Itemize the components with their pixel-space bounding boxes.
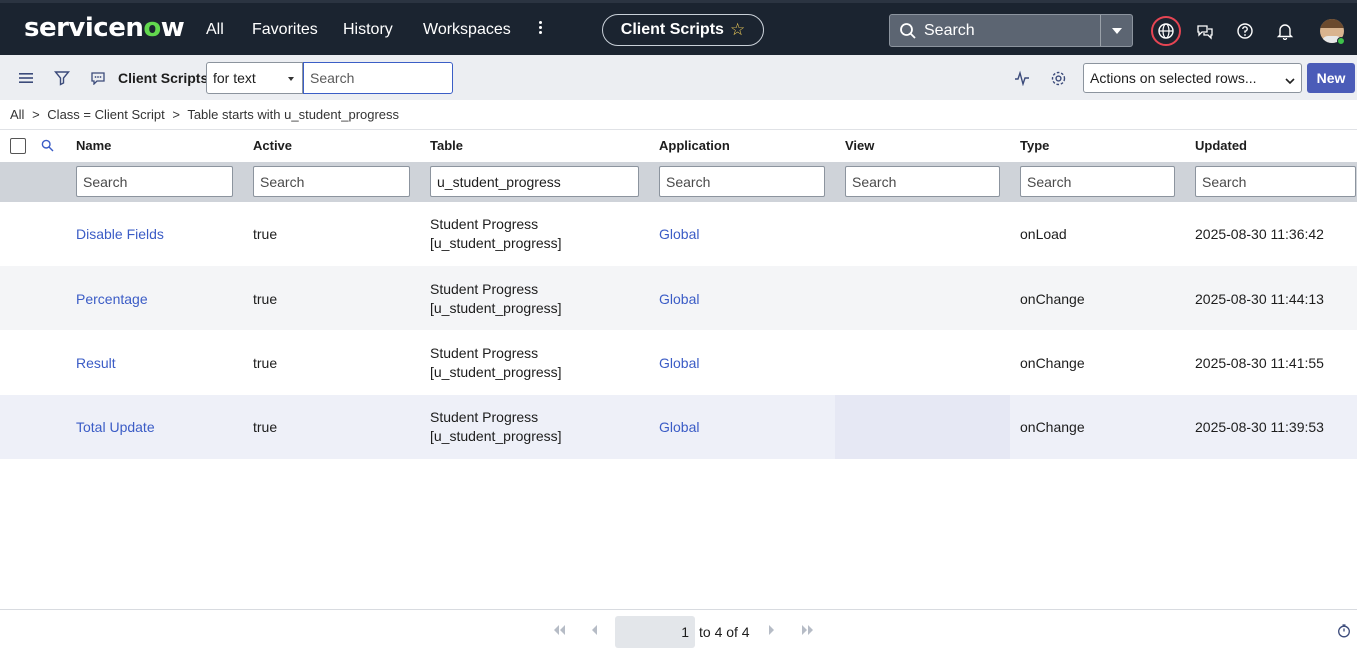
application-link[interactable]: Global <box>659 355 699 371</box>
active-value: true <box>253 355 278 371</box>
servicenow-logo[interactable]: servicenow <box>24 13 185 43</box>
table-value: Student Progress [u_student_progress] <box>430 409 562 444</box>
actions-select[interactable]: Actions on selected rows... <box>1083 63 1302 93</box>
column-header-table[interactable]: Table <box>430 138 463 153</box>
nav-all[interactable]: All <box>206 21 224 39</box>
last-page-icon[interactable] <box>801 624 815 638</box>
breadcrumb-class-condition[interactable]: Class = Client Script <box>47 107 164 122</box>
caret-down-icon <box>288 77 294 81</box>
hamburger-menu-icon[interactable] <box>17 69 35 87</box>
next-page-icon[interactable] <box>768 624 775 638</box>
filter-funnel-icon[interactable] <box>53 69 71 87</box>
table-search-input[interactable]: u_student_progress <box>430 166 639 197</box>
script-name-link[interactable]: Disable Fields <box>76 226 164 242</box>
notifications-bell-icon[interactable] <box>1271 17 1299 45</box>
breadcrumb-separator: > <box>32 107 40 122</box>
view-cell[interactable] <box>835 330 1010 394</box>
table-value: Student Progress [u_student_progress] <box>430 345 562 380</box>
view-cell[interactable] <box>835 202 1010 266</box>
column-header-view[interactable]: View <box>845 138 874 153</box>
active-value: true <box>253 419 278 435</box>
pagination-summary: to 4 of 4 <box>699 624 750 640</box>
search-type-select[interactable]: for text <box>206 62 303 94</box>
actions-label: Actions on selected rows... <box>1090 70 1257 86</box>
type-value: onLoad <box>1020 226 1067 242</box>
search-type-value: for text <box>213 70 256 86</box>
updated-search-input[interactable]: Search <box>1195 166 1356 197</box>
list-search-input[interactable]: Search <box>303 62 453 94</box>
nav-history[interactable]: History <box>343 21 393 39</box>
active-value: true <box>253 226 278 242</box>
application-link[interactable]: Global <box>659 419 699 435</box>
script-name-link[interactable]: Percentage <box>76 291 148 307</box>
global-search[interactable]: Search <box>889 14 1133 47</box>
table-row[interactable]: Disable Fields true Student Progress [u_s… <box>0 202 1357 266</box>
activity-pulse-icon[interactable] <box>1013 69 1031 87</box>
response-time-icon[interactable] <box>1337 624 1351 643</box>
nav-workspaces[interactable]: Workspaces <box>423 21 511 39</box>
script-name-link[interactable]: Total Update <box>76 419 155 435</box>
table-value: Student Progress [u_student_progress] <box>430 216 562 251</box>
context-pill[interactable]: Client Scripts ☆ <box>602 14 764 46</box>
active-search-input[interactable]: Search <box>253 166 410 197</box>
type-value: onChange <box>1020 419 1085 435</box>
divider <box>0 609 1357 610</box>
application-link[interactable]: Global <box>659 291 699 307</box>
search-icon <box>899 22 917 45</box>
column-header-updated[interactable]: Updated <box>1195 138 1247 153</box>
globe-icon[interactable] <box>1151 16 1181 46</box>
breadcrumb-separator: > <box>172 107 180 122</box>
list-title: Client Scripts <box>118 70 209 86</box>
name-search-input[interactable]: Search <box>76 166 233 197</box>
type-search-input[interactable]: Search <box>1020 166 1175 197</box>
updated-value: 2025-08-30 11:39:53 <box>1195 419 1324 435</box>
table-row[interactable]: Percentage true Student Progress [u_stude… <box>0 266 1357 330</box>
first-page-icon[interactable] <box>552 624 566 638</box>
type-value: onChange <box>1020 355 1085 371</box>
search-scope-dropdown-icon[interactable] <box>1100 15 1132 46</box>
updated-value: 2025-08-30 11:36:42 <box>1195 226 1324 242</box>
page-number-input[interactable]: 1 <box>615 616 695 648</box>
presence-status-dot <box>1337 37 1345 45</box>
active-value: true <box>253 291 278 307</box>
chat-icon[interactable] <box>1191 17 1219 45</box>
list-context-menu-icon[interactable] <box>89 69 107 87</box>
context-title: Client Scripts <box>620 21 724 38</box>
favorite-star-icon[interactable]: ☆ <box>730 20 745 40</box>
column-header-active[interactable]: Active <box>253 138 292 153</box>
new-button[interactable]: New <box>1307 63 1355 93</box>
updated-value: 2025-08-30 11:44:13 <box>1195 291 1324 307</box>
breadcrumb-all[interactable]: All <box>10 107 24 122</box>
divider <box>0 129 1357 130</box>
settings-gear-icon[interactable] <box>1049 69 1067 87</box>
breadcrumb-table-condition[interactable]: Table starts with u_student_progress <box>187 107 399 122</box>
previous-page-icon[interactable] <box>591 624 598 638</box>
view-cell[interactable] <box>835 395 1010 459</box>
breadcrumb: All > Class = Client Script > Table star… <box>10 107 403 122</box>
column-header-type[interactable]: Type <box>1020 138 1049 153</box>
column-header-application[interactable]: Application <box>659 138 730 153</box>
script-name-link[interactable]: Result <box>76 355 116 371</box>
global-search-placeholder: Search <box>924 22 975 39</box>
updated-value: 2025-08-30 11:41:55 <box>1195 355 1324 371</box>
table-row[interactable]: Result true Student Progress [u_student_p… <box>0 330 1357 394</box>
table-value: Student Progress [u_student_progress] <box>430 281 562 316</box>
top-navigation-bar: servicenow All Favorites History Workspa… <box>0 0 1357 55</box>
column-header-name[interactable]: Name <box>76 138 111 153</box>
view-cell[interactable] <box>835 266 1010 330</box>
table-row[interactable]: Total Update true Student Progress [u_stu… <box>0 395 1357 459</box>
application-link[interactable]: Global <box>659 226 699 242</box>
help-icon[interactable] <box>1231 17 1259 45</box>
application-search-input[interactable]: Search <box>659 166 825 197</box>
list-toolbar: Client Scripts for text Search Actions o… <box>0 55 1357 100</box>
toggle-search-row-icon[interactable] <box>41 139 54 157</box>
view-search-input[interactable]: Search <box>845 166 1000 197</box>
nav-favorites[interactable]: Favorites <box>252 21 318 39</box>
type-value: onChange <box>1020 291 1085 307</box>
chevron-down-icon <box>1285 72 1295 88</box>
more-menu-icon[interactable] <box>534 19 546 39</box>
select-all-checkbox[interactable] <box>10 138 26 154</box>
